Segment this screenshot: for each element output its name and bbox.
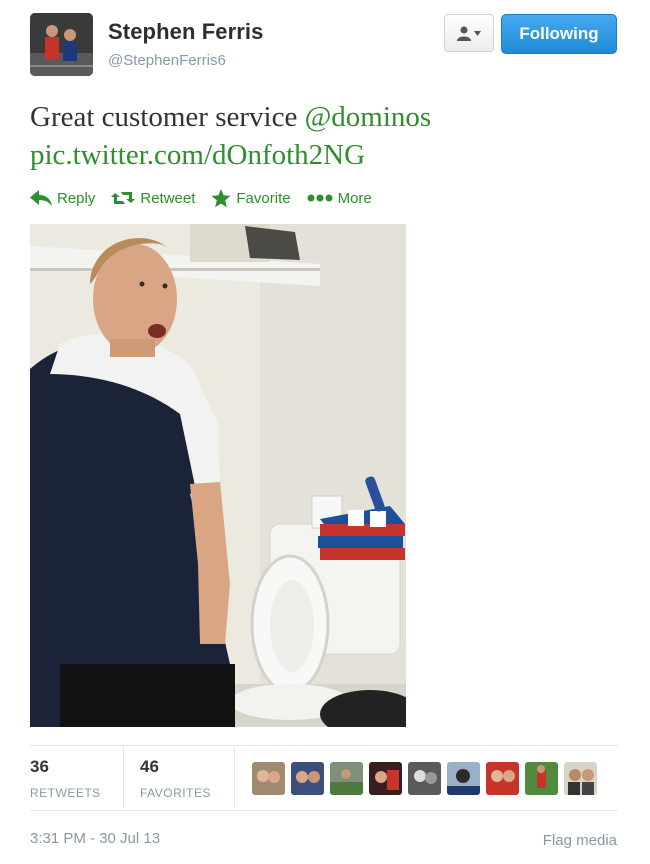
stat-separator — [123, 746, 124, 808]
user-display-name[interactable]: Stephen Ferris — [108, 19, 263, 45]
tweet-photo[interactable] — [30, 224, 406, 727]
retweets-label: RETWEETS — [30, 786, 101, 800]
favorites-label: FAVORITES — [140, 786, 211, 800]
user-actions-dropdown[interactable] — [444, 14, 494, 52]
retweet-icon — [111, 192, 136, 204]
more-label: More — [337, 189, 372, 207]
reply-icon — [30, 190, 52, 206]
stats-bottom-divider — [30, 810, 618, 811]
retweets-count: 36 — [30, 757, 49, 776]
favoriter-avatar[interactable] — [330, 762, 363, 795]
flag-media-link[interactable]: Flag media — [543, 832, 617, 849]
avatar-photo — [30, 13, 93, 76]
retweets-stat[interactable]: 36 RETWEETS — [30, 757, 101, 805]
reply-label: Reply — [57, 189, 96, 207]
tweet-text: Great customer service @dominos pic.twit… — [30, 98, 620, 174]
stat-separator — [234, 746, 235, 808]
favoriters-avatars — [252, 762, 597, 795]
retweet-action[interactable]: Retweet — [111, 190, 195, 207]
tweet-actions: Reply Retweet Favorite More — [30, 186, 388, 210]
more-dots-icon — [307, 194, 333, 202]
person-icon — [457, 26, 471, 41]
favoriter-avatar[interactable] — [447, 762, 480, 795]
favorites-stat[interactable]: 46 FAVORITES — [140, 757, 211, 805]
favoriter-avatar[interactable] — [291, 762, 324, 795]
reply-action[interactable]: Reply — [30, 190, 95, 207]
stats-top-divider — [30, 745, 618, 746]
favoriter-avatar[interactable] — [252, 762, 285, 795]
star-icon — [211, 188, 231, 207]
bathroom-photo-illustration — [30, 224, 406, 727]
favorite-action[interactable]: Favorite — [211, 188, 291, 208]
profile-avatar[interactable] — [30, 13, 93, 76]
tweet-timestamp[interactable]: 3:31 PM - 30 Jul 13 — [30, 830, 160, 847]
mention-link[interactable]: @dominos — [305, 101, 432, 133]
more-action[interactable]: More — [307, 190, 372, 207]
following-button[interactable]: Following — [501, 14, 617, 54]
favoriter-avatar[interactable] — [408, 762, 441, 795]
favoriter-avatar[interactable] — [525, 762, 558, 795]
favorite-label: Favorite — [236, 189, 291, 207]
caret-down-icon — [474, 30, 481, 36]
pic-link[interactable]: pic.twitter.com/dOnfoth2NG — [30, 139, 365, 171]
tweet-body-text: Great customer service — [30, 101, 305, 133]
user-handle[interactable]: @StephenFerris6 — [108, 52, 226, 69]
favoriter-avatar[interactable] — [486, 762, 519, 795]
favorites-count: 46 — [140, 757, 159, 776]
favoriter-avatar[interactable] — [564, 762, 597, 795]
retweet-label: Retweet — [140, 189, 196, 207]
favoriter-avatar[interactable] — [369, 762, 402, 795]
